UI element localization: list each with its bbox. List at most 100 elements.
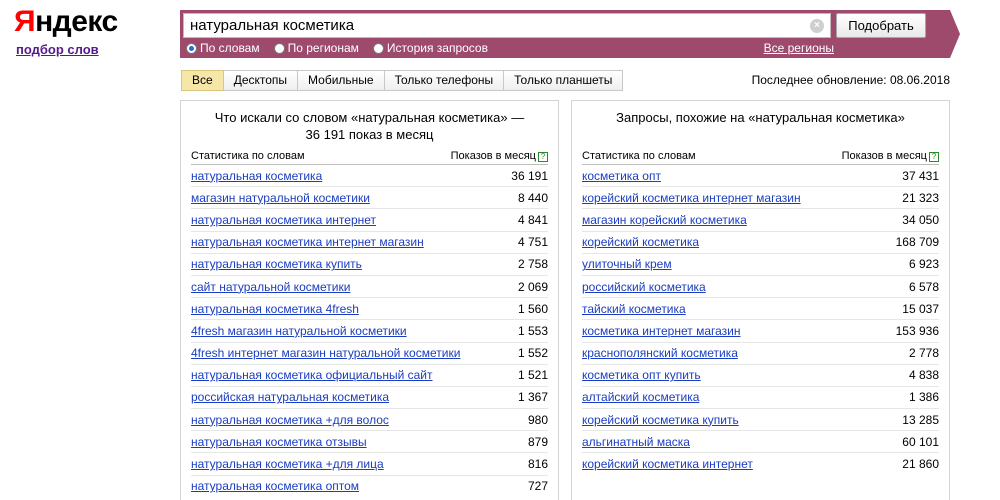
table-row: косметика интернет магазин 153 936	[582, 319, 939, 341]
table-row: натуральная косметика официальный сайт 1 …	[191, 363, 548, 386]
query-link[interactable]: магазин корейский косметика	[582, 213, 747, 227]
radio-icon[interactable]	[273, 42, 285, 54]
results-list: натуральная косметика 36 191 магазин натур…	[191, 164, 548, 497]
help-icon[interactable]: ?	[929, 152, 939, 162]
mode-label: По регионам	[287, 41, 359, 55]
table-row: российская натуральная косметика 1 367	[191, 385, 548, 408]
search-input[interactable]	[183, 13, 831, 38]
logo-rest: ндекс	[35, 5, 118, 38]
mode-label: По словам	[200, 41, 260, 55]
shows-count: 4 838	[908, 368, 939, 383]
query-link[interactable]: косметика интернет магазин	[582, 324, 740, 338]
query-link[interactable]: 4fresh интернет магазин натуральной косм…	[191, 346, 460, 360]
shows-count: 1 521	[517, 368, 548, 383]
table-row: натуральная косметика 4fresh 1 560	[191, 297, 548, 319]
shows-count: 6 923	[908, 257, 939, 272]
clear-icon[interactable]: ×	[810, 19, 824, 33]
help-icon[interactable]: ?	[538, 152, 548, 162]
query-link[interactable]: краснополянский косметика	[582, 346, 738, 360]
shows-count: 1 386	[908, 390, 939, 405]
search-button[interactable]: Подобрать	[836, 13, 926, 38]
device-tabs: Все Десктопы Мобильные Только телефоны Т…	[181, 70, 624, 91]
table-row: косметика опт купить 4 838	[582, 363, 939, 386]
query-link[interactable]: косметика опт	[582, 169, 661, 183]
related-words-panel: Что искали со словом «натуральная космет…	[180, 100, 559, 500]
table-row: корейский косметика 168 709	[582, 230, 939, 253]
query-link[interactable]: натуральная косметика +для лица	[191, 457, 384, 471]
query-link[interactable]: улиточный крем	[582, 257, 672, 271]
table-row: натуральная косметика интернет 4 841	[191, 208, 548, 230]
shows-count: 8 440	[517, 190, 548, 205]
radio-icon[interactable]	[372, 42, 384, 54]
query-link[interactable]: натуральная косметика интернет	[191, 213, 376, 227]
query-link[interactable]: корейский косметика купить	[582, 413, 739, 427]
query-link[interactable]: натуральная косметика +для волос	[191, 413, 389, 427]
all-regions-link[interactable]: Все регионы	[764, 41, 834, 55]
shows-count: 1 552	[517, 346, 548, 361]
wordstat-link[interactable]: подбор слов	[16, 42, 99, 57]
table-row: натуральная косметика купить 2 758	[191, 252, 548, 275]
tab-phones-only[interactable]: Только телефоны	[384, 70, 505, 91]
query-link[interactable]: альгинатный маска	[582, 435, 690, 449]
shows-count: 6 578	[908, 279, 939, 294]
col-shows: Показов в месяц?	[451, 150, 548, 162]
query-link[interactable]: натуральная косметика купить	[191, 257, 362, 271]
mode-history[interactable]: История запросов	[372, 41, 488, 55]
col-words: Статистика по словам	[582, 150, 696, 162]
table-header: Статистика по словам Показов в месяц?	[191, 150, 548, 162]
query-link[interactable]: натуральная косметика оптом	[191, 479, 359, 493]
query-link[interactable]: российская натуральная косметика	[191, 390, 389, 404]
table-row: российский косметика 6 578	[582, 274, 939, 297]
panel-title: Что искали со словом «натуральная космет…	[214, 110, 525, 142]
query-link[interactable]: натуральная косметика официальный сайт	[191, 368, 433, 382]
table-row: косметика опт 37 431	[582, 164, 939, 186]
query-link[interactable]: сайт натуральной косметики	[191, 280, 350, 294]
query-link[interactable]: российский косметика	[582, 280, 706, 294]
shows-count: 168 709	[895, 235, 939, 250]
table-row: альгинатный маска 60 101	[582, 430, 939, 452]
query-link[interactable]: тайский косметика	[582, 302, 686, 316]
shows-count: 879	[527, 434, 548, 449]
mode-label: История запросов	[386, 41, 488, 55]
query-link[interactable]: корейский косметика интернет	[582, 457, 753, 471]
logo-first-letter: Я	[14, 5, 36, 38]
shows-count: 816	[527, 457, 548, 472]
tab-mobile[interactable]: Мобильные	[298, 70, 385, 91]
shows-count: 2 758	[517, 257, 548, 272]
table-row: сайт натуральной косметики 2 069	[191, 274, 548, 297]
query-link[interactable]: натуральная косметика 4fresh	[191, 302, 359, 316]
shows-count: 2 069	[517, 279, 548, 294]
yandex-logo[interactable]: Яндекс	[14, 4, 118, 40]
mode-by-regions[interactable]: По регионам	[273, 41, 359, 55]
query-link[interactable]: натуральная косметика	[191, 169, 322, 183]
similar-queries-panel: Запросы, похожие на «натуральная космети…	[571, 100, 950, 500]
table-row: натуральная косметика 36 191	[191, 164, 548, 186]
shows-count: 2 778	[908, 346, 939, 361]
shows-count: 1 553	[517, 323, 548, 338]
table-row: краснополянский косметика 2 778	[582, 341, 939, 364]
tab-all[interactable]: Все	[181, 70, 224, 91]
query-link[interactable]: 4fresh магазин натуральной косметики	[191, 324, 407, 338]
query-link[interactable]: магазин натуральной косметики	[191, 191, 370, 205]
query-link[interactable]: натуральная косметика интернет магазин	[191, 235, 424, 249]
shows-count: 13 285	[902, 412, 939, 427]
tab-tablets-only[interactable]: Только планшеты	[504, 70, 624, 91]
table-row: магазин натуральной косметики 8 440	[191, 186, 548, 208]
tab-desktops[interactable]: Десктопы	[223, 70, 299, 91]
table-row: натуральная косметика отзывы 879	[191, 430, 548, 452]
shows-count: 1 367	[517, 390, 548, 405]
shows-count: 21 323	[902, 190, 939, 205]
table-row: корейский косметика интернет магазин 21 3…	[582, 186, 939, 208]
radio-icon[interactable]	[186, 42, 197, 54]
query-link[interactable]: косметика опт купить	[582, 368, 701, 382]
col-shows: Показов в месяц?	[842, 150, 939, 162]
shows-count: 34 050	[902, 212, 939, 227]
table-row: натуральная косметика +для волос 980	[191, 408, 548, 430]
mode-by-words[interactable]: По словам	[186, 41, 260, 55]
query-link[interactable]: корейский косметика интернет магазин	[582, 191, 801, 205]
query-link[interactable]: корейский косметика	[582, 235, 699, 249]
query-link[interactable]: натуральная косметика отзывы	[191, 435, 367, 449]
shows-count: 727	[527, 479, 548, 494]
table-row: корейский косметика купить 13 285	[582, 408, 939, 430]
query-link[interactable]: алтайский косметика	[582, 390, 699, 404]
